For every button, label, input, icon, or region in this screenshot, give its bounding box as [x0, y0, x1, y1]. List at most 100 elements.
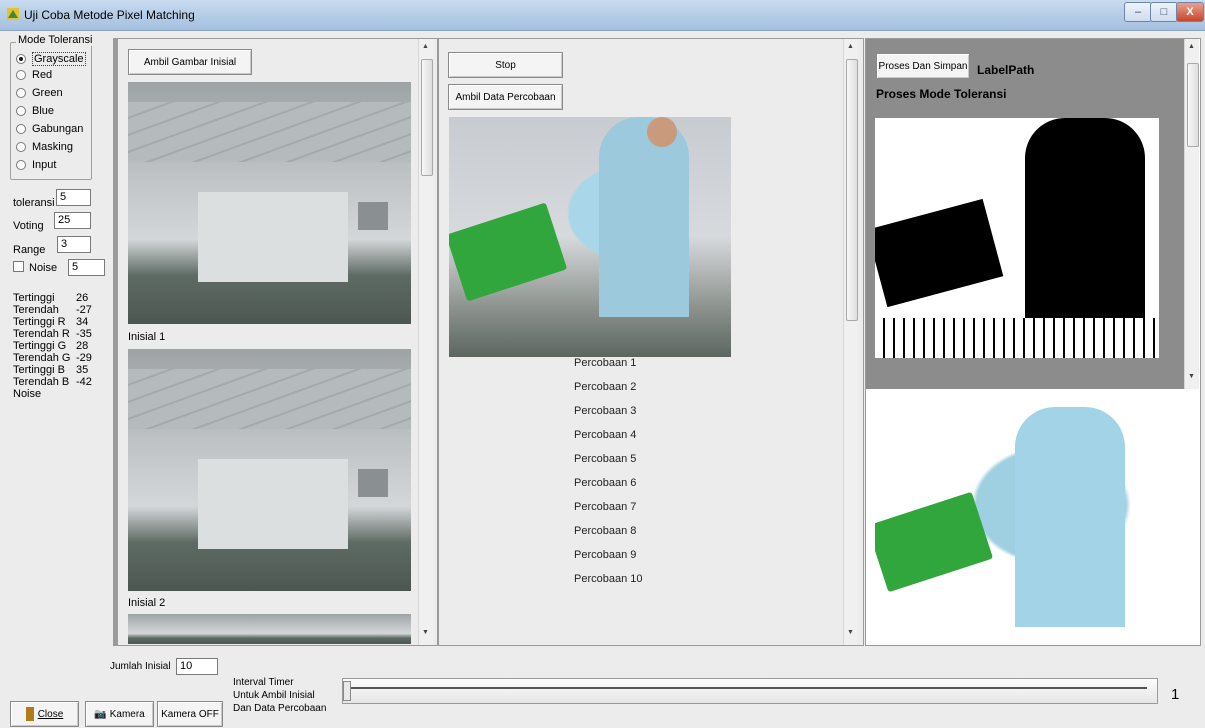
proses-scrollbar[interactable]: ▲ ▼ — [1184, 39, 1199, 389]
checkbox-icon — [13, 261, 24, 272]
interval-timer-label: Interval Timer Untuk Ambil Inisial Dan D… — [233, 676, 326, 715]
inisial-2-caption: Inisial 2 — [128, 597, 166, 609]
inisial-1-caption: Inisial 1 — [128, 331, 166, 343]
percobaan-item: Percobaan 9 — [574, 549, 637, 561]
radio-dot-icon — [16, 70, 26, 80]
voting-label: Voting — [13, 220, 44, 232]
voting-input[interactable]: 25 — [54, 212, 91, 229]
range-input[interactable]: 3 — [57, 236, 91, 253]
inisial-panel[interactable]: Ambil Gambar Inisial Inisial 1 Inisial 2… — [113, 38, 438, 646]
minimize-button[interactable]: – — [1124, 2, 1152, 22]
radio-label: Blue — [32, 105, 55, 117]
scroll-down-icon[interactable]: ▼ — [1188, 373, 1195, 380]
mode-toleransi-legend: Mode Toleransi — [16, 34, 95, 46]
radio-red[interactable]: Red — [16, 67, 52, 83]
stat-label: Noise — [13, 388, 42, 400]
percobaan-item: Percobaan 6 — [574, 477, 637, 489]
stat-value: -29 — [76, 352, 92, 364]
interval-line: Untuk Ambil Inisial — [233, 690, 315, 701]
scroll-down-icon[interactable]: ▼ — [422, 629, 429, 636]
stat-value: -27 — [76, 304, 92, 316]
stat-value: 35 — [76, 364, 89, 376]
toleransi-input[interactable]: 5 — [56, 189, 91, 206]
stat-value: -35 — [76, 328, 92, 340]
camera-icon: 📷 — [94, 708, 107, 720]
radio-blue[interactable]: Blue — [16, 103, 54, 119]
stat-value: -42 — [76, 376, 92, 388]
scroll-up-icon[interactable]: ▲ — [1188, 43, 1195, 50]
radio-gabungan[interactable]: Gabungan — [16, 121, 83, 137]
radio-dot-icon — [16, 106, 26, 116]
proses-panel[interactable]: Proses Dan Simpan LabelPath Proses Mode … — [865, 38, 1201, 646]
inisial-3-image — [128, 614, 411, 644]
scroll-thumb[interactable] — [1187, 63, 1199, 147]
stat-value: 26 — [76, 292, 89, 304]
percobaan-item: Percobaan 2 — [574, 381, 637, 393]
radio-grayscale[interactable]: Grayscale — [16, 51, 86, 67]
range-label: Range — [13, 244, 46, 256]
noise-label: Noise — [29, 262, 58, 274]
stat-value: 34 — [76, 316, 89, 328]
radio-dot-icon — [16, 160, 26, 170]
stat-label: Tertinggi B — [13, 364, 65, 376]
ambil-data-percobaan-button[interactable]: Ambil Data Percobaan — [448, 84, 563, 110]
stat-label: Terendah B — [13, 376, 70, 388]
trackbar-track — [347, 687, 1147, 689]
radio-dot-icon — [16, 54, 26, 64]
jumlah-inisial-label: Jumlah Inisial — [110, 661, 171, 672]
noise-input[interactable]: 5 — [68, 259, 105, 276]
app-icon — [6, 7, 20, 21]
inisial-scrollbar[interactable]: ▲ ▼ — [418, 39, 433, 645]
radio-green[interactable]: Green — [16, 85, 63, 101]
ambil-gambar-inisial-button[interactable]: Ambil Gambar Inisial — [128, 49, 252, 75]
stop-button[interactable]: Stop — [448, 52, 563, 78]
proses-dan-simpan-button[interactable]: Proses Dan Simpan — [876, 53, 970, 79]
kamera-off-button[interactable]: Kamera OFF — [157, 701, 223, 727]
radio-masking[interactable]: Masking — [16, 139, 73, 155]
radio-dot-icon — [16, 124, 26, 134]
percobaan-item: Percobaan 3 — [574, 405, 637, 417]
camera-live-image — [449, 117, 731, 357]
interval-line: Dan Data Percobaan — [233, 703, 327, 714]
title-bar[interactable]: Uji Coba Metode Pixel Matching – □ X — [0, 0, 1205, 31]
stat-label: Terendah G — [13, 352, 71, 364]
close-app-icon — [25, 707, 34, 721]
kamera-button-label: Kamera — [109, 708, 145, 720]
scroll-thumb[interactable] — [846, 59, 858, 321]
trackbar-thumb[interactable] — [343, 681, 351, 701]
window-close-button[interactable]: X — [1176, 2, 1204, 22]
percobaan-item: Percobaan 8 — [574, 525, 637, 537]
proses-bw-image — [875, 118, 1159, 358]
radio-label: Input — [32, 159, 57, 171]
percobaan-item: Percobaan 10 — [574, 573, 643, 585]
interval-trackbar[interactable] — [342, 678, 1158, 704]
scroll-thumb[interactable] — [421, 59, 433, 176]
scroll-up-icon[interactable]: ▲ — [422, 43, 429, 50]
radio-label: Masking — [32, 141, 73, 153]
toleransi-label: toleransi — [13, 197, 55, 209]
stat-label: Tertinggi G — [13, 340, 67, 352]
close-button[interactable]: Close — [10, 701, 79, 727]
percobaan-item: Percobaan 1 — [574, 357, 637, 369]
kamera-button[interactable]: 📷 Kamera — [85, 701, 154, 727]
noise-checkbox[interactable]: Noise — [13, 261, 57, 274]
scroll-down-icon[interactable]: ▼ — [847, 629, 854, 636]
close-button-label: Close — [37, 708, 64, 720]
trackbar-value: 1 — [1171, 686, 1180, 703]
inisial-2-image — [128, 349, 411, 591]
radio-input[interactable]: Input — [16, 157, 56, 173]
percobaan-item: Percobaan 4 — [574, 429, 637, 441]
radio-label: Grayscale — [32, 52, 86, 66]
stat-label: Tertinggi R — [13, 316, 66, 328]
label-path: LabelPath — [977, 63, 1035, 77]
percobaan-panel[interactable]: Stop Ambil Data Percobaan ▲ ▼ — [438, 38, 864, 646]
proses-mode-label: Proses Mode Toleransi — [876, 87, 1007, 101]
radio-label: Gabungan — [32, 123, 84, 135]
percobaan-scrollbar[interactable]: ▲ ▼ — [843, 39, 858, 645]
maximize-button[interactable]: □ — [1150, 2, 1178, 22]
scroll-up-icon[interactable]: ▲ — [847, 43, 854, 50]
jumlah-inisial-input[interactable]: 10 — [176, 658, 218, 675]
stat-value: 28 — [76, 340, 89, 352]
radio-label: Red — [32, 69, 53, 81]
stat-label: Terendah R — [13, 328, 70, 340]
